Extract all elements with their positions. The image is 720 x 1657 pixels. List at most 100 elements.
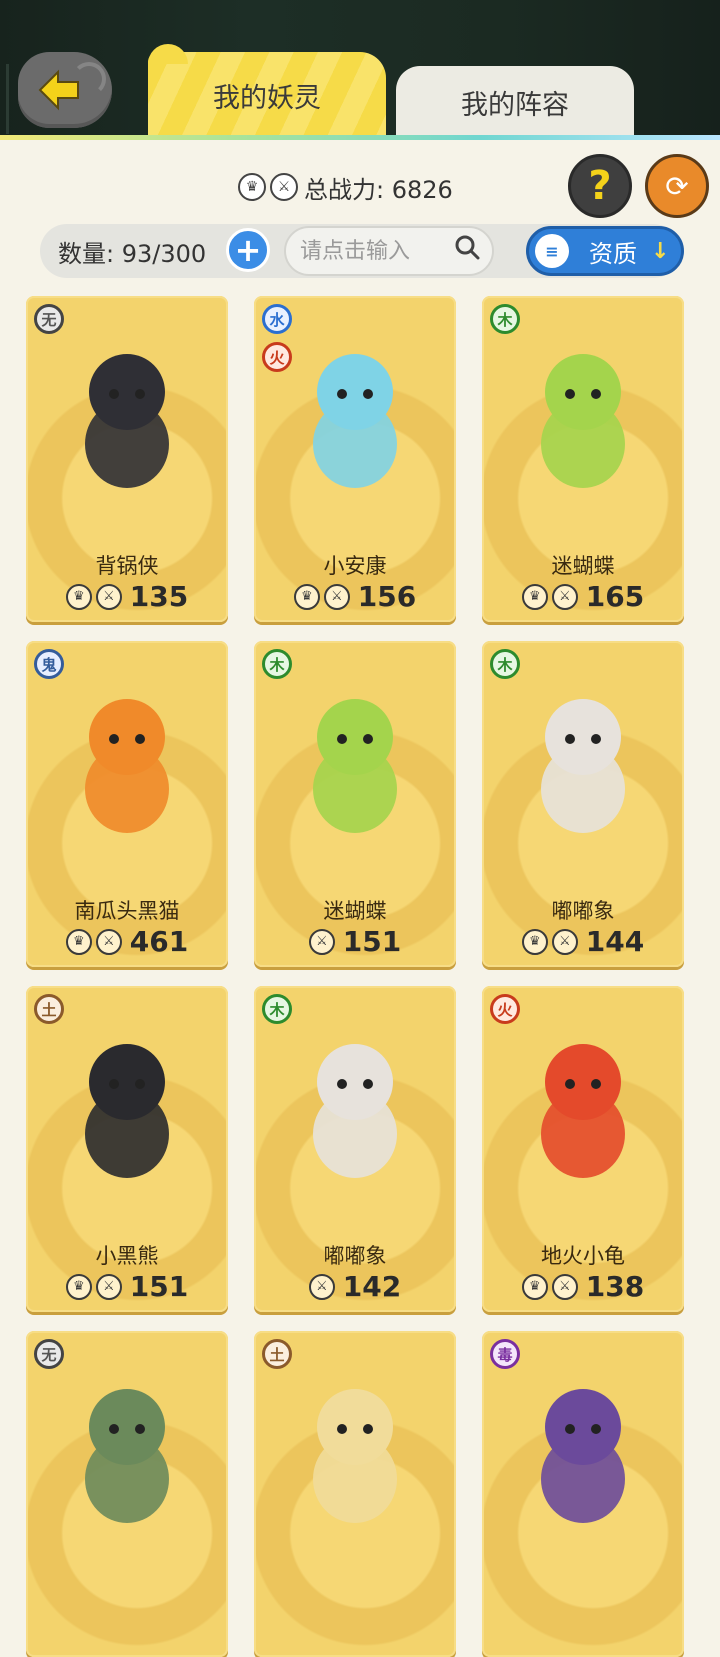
element-badge: 土	[262, 1339, 292, 1369]
total-power-label: 总战力: 6826	[304, 175, 453, 204]
crown-icon: ♛	[238, 173, 266, 201]
crown-icon: ♛	[65, 583, 92, 610]
spirit-card[interactable]: 土	[254, 1331, 456, 1657]
spirit-name: 迷蝴蝶	[551, 554, 615, 578]
element-badge: 木	[262, 649, 292, 679]
element-badge: 木	[490, 649, 520, 679]
spirit-card[interactable]: 无	[26, 1331, 228, 1657]
spirit-name: 嘟嘟象	[551, 899, 615, 923]
spirit-figure	[313, 1389, 397, 1523]
crown-icon: ♛	[65, 928, 92, 955]
spirit-power: 135	[129, 580, 189, 613]
tab-my-spirits[interactable]: 我的妖灵	[148, 44, 386, 138]
spirit-stats: ♛ ⚔ 138	[482, 1270, 684, 1303]
spirit-figure	[541, 354, 625, 488]
spirit-power: 138	[585, 1270, 645, 1303]
spirit-name: 小黑熊	[95, 1244, 159, 1268]
spirit-card[interactable]: 木嘟嘟象 ♛ ⚔ 144	[482, 641, 684, 967]
tab-label: 我的阵容	[461, 89, 569, 121]
plus-icon: +	[234, 231, 262, 269]
total-power: ♛ ⚔ 总战力: 6826	[238, 167, 453, 207]
spirit-card[interactable]: 火地火小龟 ♛ ⚔ 138	[482, 986, 684, 1312]
sort-quality-button[interactable]: ≡ 资质 ↓	[526, 226, 684, 276]
spirit-card[interactable]: 木嘟嘟象 ⚔ 142	[254, 986, 456, 1312]
refresh-button[interactable]: ⟳	[645, 154, 709, 218]
spirit-figure	[85, 1389, 169, 1523]
spirit-card[interactable]: 水火小安康 ♛ ⚔ 156	[254, 296, 456, 622]
element-badge: 无	[34, 304, 64, 334]
spirit-figure	[541, 1044, 625, 1178]
spirit-stats: ♛ ⚔ 165	[482, 580, 684, 613]
spirit-name: 地火小龟	[541, 1244, 625, 1268]
spirit-stats: ⚔ 151	[254, 925, 456, 958]
element-badge: 火	[490, 994, 520, 1024]
spirit-figure	[85, 1044, 169, 1178]
spirit-card[interactable]: 木迷蝴蝶 ♛ ⚔ 165	[482, 296, 684, 622]
sword-icon: ⚔	[270, 173, 298, 201]
spirit-power: 461	[129, 925, 189, 958]
spirit-card[interactable]: 木迷蝴蝶 ⚔ 151	[254, 641, 456, 967]
quality-icon: ≡	[535, 234, 569, 268]
spirit-name: 嘟嘟象	[323, 1244, 387, 1268]
count-label: 数量: 93/300	[58, 240, 207, 268]
element-badge: 木	[490, 304, 520, 334]
spirit-stats: ♛ ⚔ 135	[26, 580, 228, 613]
back-button[interactable]	[18, 52, 112, 128]
spirit-power: 156	[357, 580, 417, 613]
help-button[interactable]: ?	[568, 154, 632, 218]
spirit-figure	[85, 354, 169, 488]
tab-my-lineup[interactable]: 我的阵容	[396, 66, 634, 138]
crown-icon: ♛	[65, 1273, 92, 1300]
spirit-figure	[541, 699, 625, 833]
sword-icon: ⚔	[95, 1273, 122, 1300]
spirit-figure	[313, 1044, 397, 1178]
search-input[interactable]	[298, 237, 452, 265]
sword-icon: ⚔	[308, 1273, 335, 1300]
search-icon[interactable]	[454, 234, 480, 260]
sword-icon: ⚔	[95, 928, 122, 955]
arrow-down-icon: ↓	[651, 238, 670, 264]
spirit-card[interactable]: 鬼南瓜头黑猫 ♛ ⚔ 461	[26, 641, 228, 967]
element-badge: 无	[34, 1339, 64, 1369]
spirit-card[interactable]: 土小黑熊 ♛ ⚔ 151	[26, 986, 228, 1312]
spirit-card[interactable]: 毒	[482, 1331, 684, 1657]
spirit-stats: ⚔ 142	[254, 1270, 456, 1303]
sword-icon: ⚔	[323, 583, 350, 610]
crown-icon: ♛	[521, 583, 548, 610]
spirit-figure	[541, 1389, 625, 1523]
element-badge: 木	[262, 994, 292, 1024]
spirit-stats: ♛ ⚔ 151	[26, 1270, 228, 1303]
spirit-name: 迷蝴蝶	[323, 899, 387, 923]
spirit-figure	[313, 354, 397, 488]
spirit-figure	[85, 699, 169, 833]
spirit-figure	[313, 699, 397, 833]
element-badge: 鬼	[34, 649, 64, 679]
sword-icon: ⚔	[308, 928, 335, 955]
spirit-power: 142	[342, 1270, 402, 1303]
sword-icon: ⚔	[551, 1273, 578, 1300]
spirit-stats: ♛ ⚔ 461	[26, 925, 228, 958]
crown-icon: ♛	[521, 1273, 548, 1300]
tab-label: 我的妖灵	[213, 82, 321, 114]
crown-icon: ♛	[521, 928, 548, 955]
sword-icon: ⚔	[551, 928, 578, 955]
search-box[interactable]	[284, 226, 494, 276]
spirit-name: 南瓜头黑猫	[74, 899, 180, 923]
divider	[6, 64, 9, 134]
spirit-name: 背锅侠	[95, 554, 159, 578]
decor-curl	[72, 62, 106, 96]
element-badge: 毒	[490, 1339, 520, 1369]
top-bar: 我的妖灵 我的阵容	[0, 0, 720, 140]
element-badge: 土	[34, 994, 64, 1024]
sort-label: 资质	[589, 239, 637, 268]
add-capacity-button[interactable]: +	[226, 228, 270, 272]
spirit-stats: ♛ ⚔ 144	[482, 925, 684, 958]
refresh-icon: ⟳	[665, 169, 689, 203]
spirit-power: 144	[585, 925, 645, 958]
element-badge: 水	[262, 304, 292, 334]
spirit-power: 151	[342, 925, 402, 958]
sword-icon: ⚔	[95, 583, 122, 610]
spirit-name: 小安康	[323, 554, 387, 578]
spirit-card[interactable]: 无背锅侠 ♛ ⚔ 135	[26, 296, 228, 622]
sword-icon: ⚔	[551, 583, 578, 610]
